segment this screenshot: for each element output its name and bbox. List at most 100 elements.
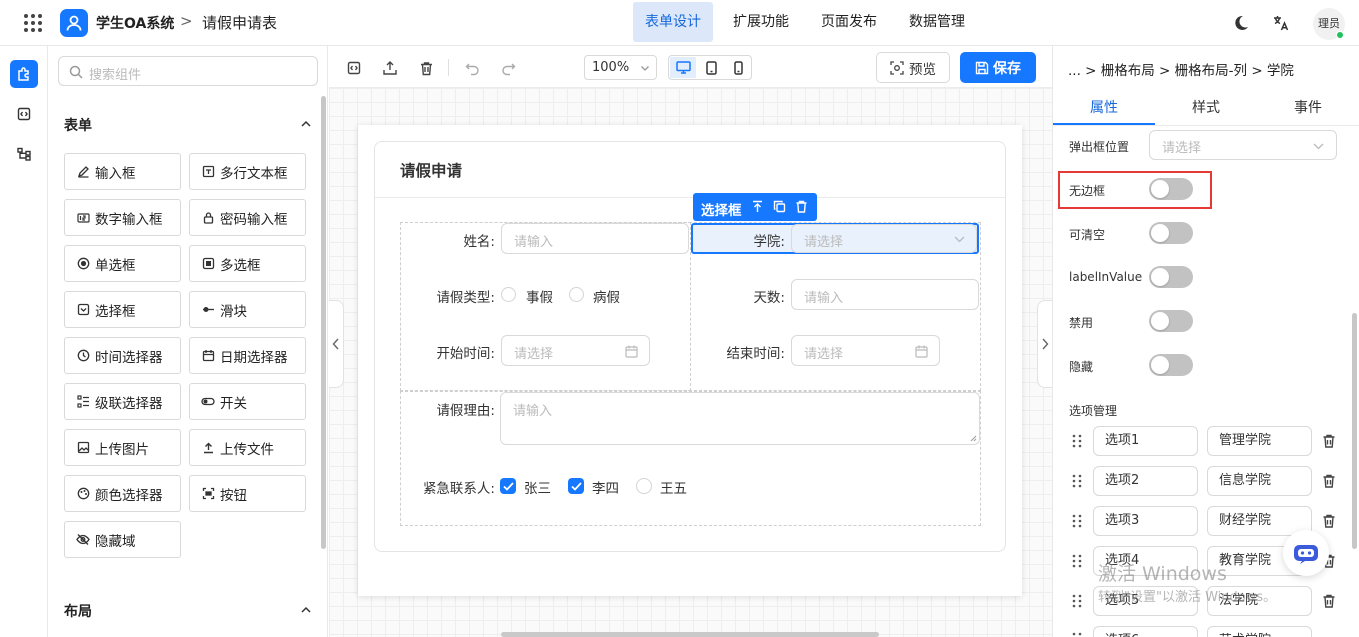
component-button[interactable]: 按钮	[189, 475, 306, 512]
save-label: 保存	[993, 60, 1021, 77]
leave-type-radio[interactable]	[569, 287, 584, 302]
tab-events[interactable]: 事件	[1294, 97, 1322, 117]
number-icon	[76, 211, 90, 225]
component-password-input[interactable]: 密码输入框	[189, 199, 306, 236]
component-select[interactable]: 选择框	[64, 291, 181, 328]
save-button[interactable]: 保存	[960, 52, 1036, 83]
trash-icon[interactable]	[1321, 433, 1337, 449]
component-hidden-field[interactable]: 隐藏域	[64, 521, 181, 558]
tab-extensions[interactable]: 扩展功能	[721, 2, 801, 42]
component-date-picker[interactable]: 日期选择器	[189, 337, 306, 374]
label-in-value-switch[interactable]	[1149, 266, 1193, 288]
end-time-label: 结束时间:	[726, 346, 785, 362]
component-label: 多行文本框	[220, 165, 288, 182]
components-scrollbar[interactable]	[321, 96, 326, 549]
undo-icon[interactable]	[463, 59, 481, 77]
avatar[interactable]: 理员	[1313, 8, 1345, 40]
component-switch[interactable]: 开关	[189, 383, 306, 420]
tab-styles[interactable]: 样式	[1192, 97, 1220, 117]
popup-position-label: 弹出框位置	[1069, 140, 1130, 154]
option-key-input[interactable]: 选项2	[1093, 466, 1198, 496]
drag-handle-icon[interactable]	[1071, 514, 1083, 528]
translate-icon[interactable]	[1272, 14, 1290, 32]
component-upload-file[interactable]: 上传文件	[189, 429, 306, 466]
trash-icon[interactable]	[1321, 513, 1337, 529]
contact-option: 李四	[592, 481, 619, 497]
component-time-picker[interactable]: 时间选择器	[64, 337, 181, 374]
popup-position-select[interactable]: 请选择	[1149, 130, 1337, 160]
option-value-input[interactable]: 管理学院	[1207, 426, 1312, 456]
option-key-input[interactable]: 选项3	[1093, 506, 1198, 536]
reason-textarea[interactable]: 请输入	[500, 392, 980, 445]
drag-handle-icon[interactable]	[1071, 474, 1083, 488]
chevron-up-icon[interactable]	[300, 604, 312, 616]
mobile-view-button[interactable]	[725, 57, 751, 78]
selected-component-tag: 选择框	[693, 193, 817, 221]
start-date-picker[interactable]: 请选择	[501, 335, 650, 366]
collapse-left-panel-button[interactable]	[329, 300, 344, 388]
contact-checkbox-checked[interactable]	[568, 478, 584, 494]
tab-publish[interactable]: 页面发布	[809, 2, 889, 42]
trash-icon[interactable]	[1321, 593, 1337, 609]
leave-type-radio[interactable]	[501, 287, 516, 302]
canvas-horizontal-scrollbar[interactable]	[501, 632, 879, 637]
component-checkbox[interactable]: 多选框	[189, 245, 306, 282]
export-icon[interactable]	[381, 59, 399, 77]
chevron-up-icon[interactable]	[300, 118, 312, 130]
properties-scrollbar[interactable]	[1352, 313, 1357, 549]
component-cascader[interactable]: 级联选择器	[64, 383, 181, 420]
component-input[interactable]: 输入框	[64, 153, 181, 190]
trash-icon[interactable]	[1321, 473, 1337, 489]
copy-icon[interactable]	[773, 200, 786, 213]
component-label: 级联选择器	[95, 395, 163, 412]
tab-properties[interactable]: 属性	[1090, 97, 1118, 117]
component-slider[interactable]: 滑块	[189, 291, 306, 328]
zoom-select[interactable]: 100%	[584, 55, 657, 80]
assistant-button[interactable]	[1283, 530, 1329, 576]
drag-handle-icon[interactable]	[1071, 554, 1083, 568]
component-upload-image[interactable]: 上传图片	[64, 429, 181, 466]
contact-checkbox-checked[interactable]	[500, 478, 516, 494]
disabled-switch[interactable]	[1149, 310, 1193, 332]
end-date-picker[interactable]: 请选择	[791, 335, 940, 366]
name-input[interactable]: 请输入	[501, 223, 689, 254]
rail-code-button[interactable]	[10, 100, 38, 128]
drag-handle-icon[interactable]	[1071, 594, 1083, 608]
hidden-switch[interactable]	[1149, 354, 1193, 376]
tablet-view-button[interactable]	[698, 57, 724, 78]
days-input[interactable]: 请输入	[791, 279, 979, 310]
code-icon[interactable]	[345, 59, 363, 77]
option-value-input[interactable]: 艺术学院	[1207, 626, 1312, 637]
contact-checkbox-unchecked[interactable]	[636, 478, 652, 494]
component-label: 上传文件	[220, 441, 274, 458]
borderless-switch[interactable]	[1149, 178, 1193, 200]
search-input[interactable]: 搜索组件	[58, 56, 318, 86]
app-grid-icon[interactable]	[22, 12, 44, 34]
delete-icon[interactable]	[795, 200, 808, 213]
trash-icon[interactable]	[417, 59, 435, 77]
drag-handle-icon[interactable]	[1071, 434, 1083, 448]
component-textarea[interactable]: 多行文本框	[189, 153, 306, 190]
dark-mode-icon[interactable]	[1232, 14, 1250, 32]
drag-handle-icon[interactable]	[1071, 632, 1083, 637]
college-select[interactable]: 请选择	[791, 224, 977, 253]
cascader-icon	[76, 395, 90, 409]
move-up-icon[interactable]	[751, 200, 764, 213]
component-radio[interactable]: 单选框	[64, 245, 181, 282]
component-label: 按钮	[220, 487, 247, 504]
preview-button[interactable]: 预览	[876, 52, 950, 83]
collapse-right-panel-button[interactable]	[1037, 300, 1052, 388]
redo-icon[interactable]	[499, 59, 517, 77]
clearable-switch[interactable]	[1149, 222, 1193, 244]
option-key-input[interactable]: 选项1	[1093, 426, 1198, 456]
rail-components-button[interactable]	[10, 60, 38, 88]
tab-form-design[interactable]: 表单设计	[633, 2, 713, 42]
name-placeholder: 请输入	[514, 235, 554, 250]
component-number-input[interactable]: 数字输入框	[64, 199, 181, 236]
rail-tree-button[interactable]	[10, 140, 38, 168]
desktop-view-button[interactable]	[670, 57, 696, 78]
component-color-picker[interactable]: 颜色选择器	[64, 475, 181, 512]
tab-data-management[interactable]: 数据管理	[897, 2, 977, 42]
option-value-input[interactable]: 信息学院	[1207, 466, 1312, 496]
option-key-input[interactable]: 选项6	[1093, 626, 1198, 637]
